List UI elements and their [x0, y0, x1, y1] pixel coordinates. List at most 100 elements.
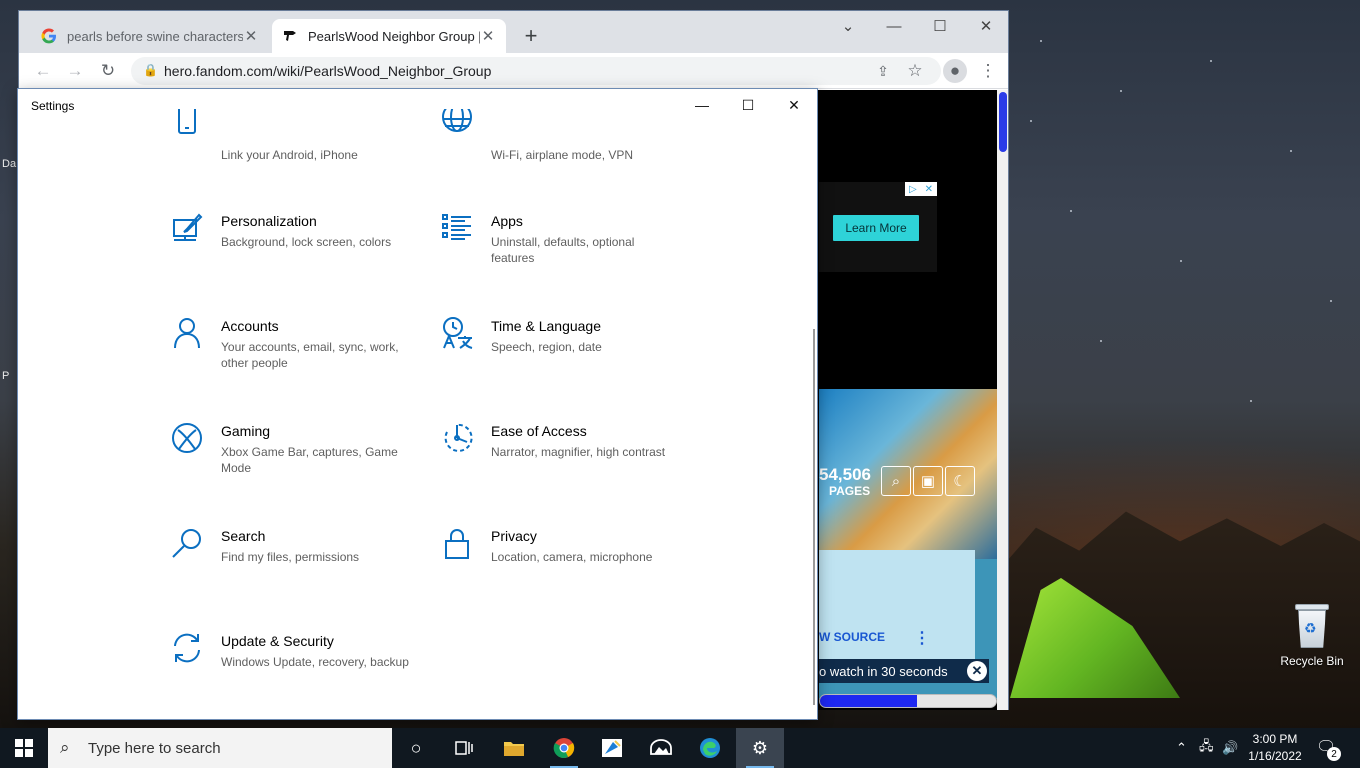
pages-label: PAGES	[829, 484, 871, 498]
search-icon[interactable]: ⌕	[881, 466, 911, 496]
close-icon[interactable]: ✕	[243, 27, 259, 45]
notification-center[interactable]: 🗨 2	[1316, 737, 1341, 761]
maximize-button[interactable]: ☐	[917, 11, 963, 41]
video-progress-fill	[820, 695, 917, 707]
tab-fandom[interactable]: PearlsWood Neighbor Group | H ✕	[272, 19, 506, 53]
edge-icon[interactable]	[686, 728, 734, 768]
tile-gaming[interactable]: Gaming Xbox Game Bar, captures, Game Mod…	[171, 422, 421, 502]
settings-scrollbar[interactable]	[813, 329, 815, 705]
tile-desc: Location, camera, microphone	[491, 550, 653, 564]
tab-search-button[interactable]: ⌄	[825, 11, 871, 41]
search-icon: ⌕	[60, 738, 70, 757]
bookmark-star-icon[interactable]: ☆	[903, 59, 927, 83]
tile-phone[interactable]: Link your Android, iPhone	[171, 109, 421, 169]
file-explorer-icon[interactable]	[490, 728, 538, 768]
start-button[interactable]	[0, 728, 48, 768]
address-bar[interactable]: 🔒 hero.fandom.com/wiki/PearlsWood_Neighb…	[131, 57, 941, 85]
wiki-hero-banner: 54,506 PAGES ⌕ ▣ ☾	[819, 389, 997, 559]
network-icon[interactable]: 🖧	[1199, 728, 1214, 768]
close-button[interactable]: ✕	[963, 11, 1009, 41]
desktop-icon-label[interactable]: Da	[2, 158, 16, 170]
watch-countdown-text: o watch in 30 seconds	[819, 663, 948, 679]
ad-choices-icon[interactable]: ▷ ✕	[905, 182, 937, 196]
watch-countdown: o watch in 30 seconds ✕	[819, 659, 989, 683]
google-icon	[41, 28, 57, 44]
system-clock[interactable]: 3:00 PM 1/16/2022	[1242, 731, 1308, 765]
clock-date: 1/16/2022	[1248, 749, 1302, 763]
more-options-icon[interactable]: ⋮	[914, 628, 930, 648]
tile-update-security[interactable]: Update & Security Windows Update, recove…	[171, 632, 421, 712]
tile-desc: Xbox Game Bar, captures, Game Mode	[221, 445, 398, 475]
lock-icon: 🔒	[143, 63, 158, 77]
maximize-button[interactable]: ☐	[725, 89, 771, 121]
scrollbar-thumb[interactable]	[999, 92, 1007, 152]
url-text: hero.fandom.com/wiki/PearlsWood_Neighbor…	[164, 63, 492, 79]
back-icon[interactable]: ←	[31, 59, 55, 83]
close-icon[interactable]: ✕	[480, 27, 496, 45]
task-view-icon[interactable]	[440, 728, 488, 768]
apps-icon	[441, 212, 473, 244]
personalization-icon	[171, 212, 203, 244]
photos-icon[interactable]	[637, 728, 685, 768]
time-language-icon	[441, 317, 473, 349]
tile-privacy[interactable]: Privacy Location, camera, microphone	[441, 527, 691, 607]
learn-more-button[interactable]: Learn More	[833, 215, 919, 241]
show-hidden-icons[interactable]: ⌃	[1176, 728, 1187, 768]
volume-icon[interactable]: 🔊	[1222, 728, 1238, 768]
settings-gear-icon[interactable]: ⚙	[736, 728, 784, 768]
tile-desc: Uninstall, defaults, optional features	[491, 235, 635, 265]
globe-icon	[441, 109, 473, 139]
discussions-icon[interactable]: ▣	[913, 466, 943, 496]
ease-of-access-icon	[441, 422, 473, 454]
tab-title: PearlsWood Neighbor Group | H	[308, 28, 480, 44]
share-icon[interactable]: ⇪	[871, 59, 895, 83]
paint-icon[interactable]	[588, 728, 636, 768]
video-progress-bar[interactable]	[819, 694, 997, 708]
tile-name: Accounts	[221, 318, 279, 334]
desktop-icon-label[interactable]: P	[2, 370, 9, 382]
tile-time-language[interactable]: Time & Language Speech, region, date	[441, 317, 691, 397]
tab-google-search[interactable]: pearls before swine characters p ✕	[31, 19, 269, 53]
tile-apps[interactable]: Apps Uninstall, defaults, optional featu…	[441, 212, 691, 292]
windows-icon	[15, 739, 33, 757]
tile-name: Privacy	[491, 528, 537, 544]
taskbar-search-box[interactable]: ⌕ Type here to search	[48, 728, 392, 768]
search-placeholder: Type here to search	[88, 740, 221, 757]
page-scrollbar[interactable]	[997, 90, 1008, 710]
notification-badge: 2	[1327, 747, 1341, 761]
phone-icon	[171, 109, 203, 139]
tab-title: pearls before swine characters p	[67, 28, 243, 44]
tile-personalization[interactable]: Personalization Background, lock screen,…	[171, 212, 421, 292]
profile-icon[interactable]: ●	[943, 59, 967, 83]
browser-toolbar: ← → ↻ 🔒 hero.fandom.com/wiki/PearlsWood_…	[19, 53, 1008, 89]
tile-accounts[interactable]: Accounts Your accounts, email, sync, wor…	[171, 317, 421, 397]
tile-desc: Your accounts, email, sync, work, other …	[221, 340, 399, 370]
new-tab-button[interactable]: +	[519, 25, 543, 47]
forward-icon[interactable]: →	[63, 59, 87, 83]
settings-window: Settings — ☐ ✕ Link your Android, iPhone…	[17, 88, 818, 720]
tile-name: Apps	[491, 213, 523, 229]
tile-ease-of-access[interactable]: Ease of Access Narrator, magnifier, high…	[441, 422, 691, 502]
recycle-bin[interactable]: ♻ Recycle Bin	[1276, 600, 1348, 668]
chrome-icon[interactable]	[540, 728, 588, 768]
cortana-icon[interactable]: ○	[392, 728, 440, 768]
tile-desc: Wi-Fi, airplane mode, VPN	[491, 148, 634, 162]
reload-icon[interactable]: ↻	[96, 59, 120, 83]
tab-strip: pearls before swine characters p ✕ Pearl…	[19, 11, 1008, 53]
menu-icon[interactable]: ⋮	[976, 59, 1000, 83]
tile-name: Ease of Access	[491, 423, 587, 439]
tile-search[interactable]: Search Find my files, permissions	[171, 527, 421, 607]
pages-count: 54,506	[819, 465, 871, 484]
lock-icon	[441, 527, 473, 559]
taskbar: ⌕ Type here to search ○ ⚙ ⌃ 🖧 🔊 3:00 PM …	[0, 728, 1360, 768]
dark-mode-icon[interactable]: ☾	[945, 466, 975, 496]
close-icon[interactable]: ✕	[967, 661, 987, 681]
clock-time: 3:00 PM	[1252, 732, 1298, 746]
minimize-button[interactable]: —	[871, 11, 917, 41]
ad-banner: ▷ ✕ Learn More	[819, 182, 937, 272]
recycle-bin-label: Recycle Bin	[1280, 654, 1344, 668]
tile-network[interactable]: Wi-Fi, airplane mode, VPN	[441, 109, 691, 169]
view-source-link[interactable]: W SOURCE	[819, 630, 885, 644]
close-button[interactable]: ✕	[771, 89, 817, 121]
tile-name: Gaming	[221, 423, 271, 439]
